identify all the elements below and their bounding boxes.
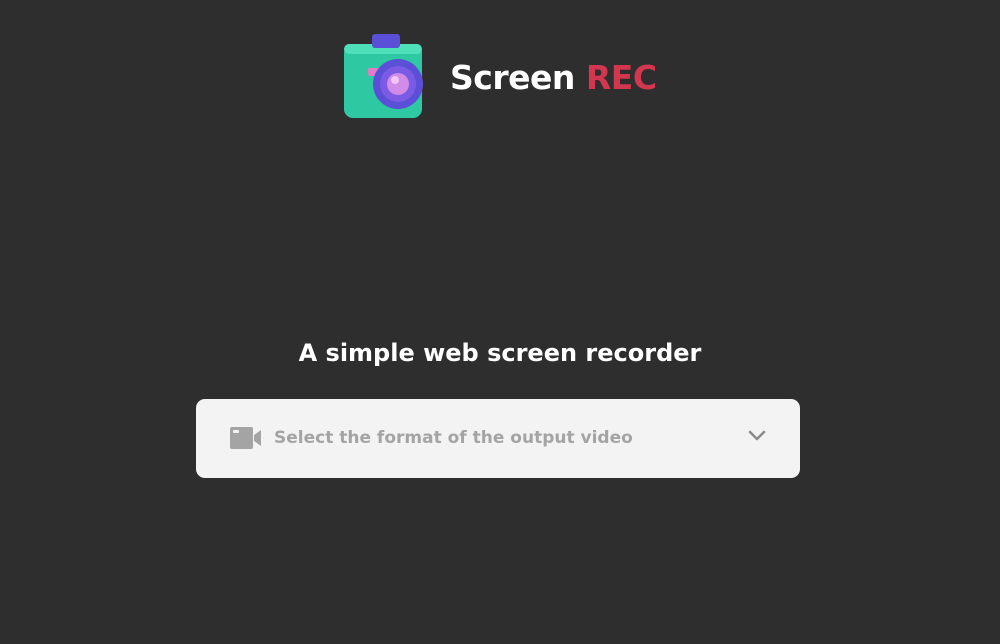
brand-primary: Screen (450, 58, 575, 97)
chevron-down-icon[interactable] (748, 430, 766, 442)
camera-icon (344, 34, 423, 118)
brand-title: Screen REC (450, 58, 657, 98)
app-header: Screen REC (0, 28, 1000, 128)
format-select[interactable]: Select the format of the output video (196, 399, 800, 478)
brand-accent: REC (585, 58, 657, 97)
page-tagline: A simple web screen recorder (298, 339, 702, 367)
video-camera-icon (230, 427, 261, 449)
format-select-placeholder: Select the format of the output video (274, 428, 633, 448)
